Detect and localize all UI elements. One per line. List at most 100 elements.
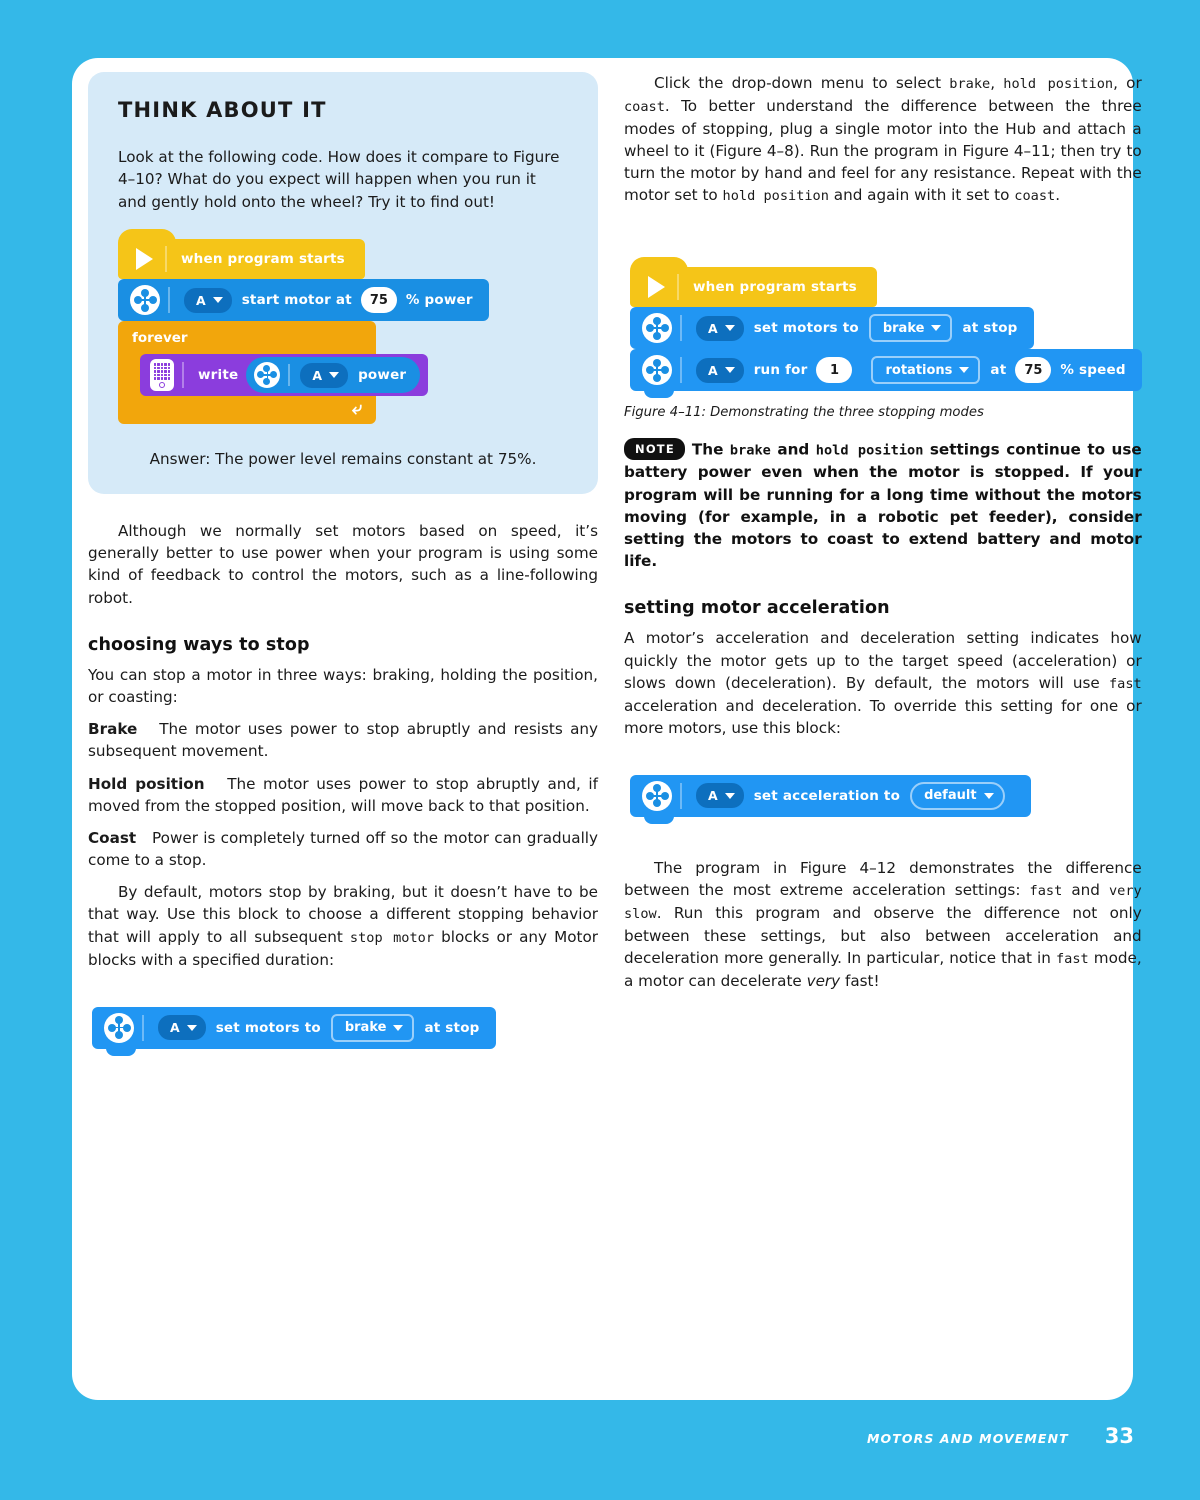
block-notch [644,390,674,399]
set-motors-block-figure: A set motors to brake at stop [92,1006,598,1056]
block-when-program-starts[interactable]: when program starts [630,257,877,308]
block-suffix: at stop [962,320,1018,337]
chevron-down-icon [959,367,970,374]
loop-arrow-icon: ⤷ [351,398,362,420]
block-divider [677,274,679,301]
text-run: fast! [840,971,880,990]
block-when-program-starts[interactable]: when program starts [118,229,365,280]
text-run: settings continue to use battery power e… [624,440,1142,571]
block-label: when program starts [181,251,345,268]
term-coast: Coast Power is completely turned off so … [88,827,598,871]
term-label: Coast [88,828,137,847]
play-icon [136,248,153,271]
block-divider [168,287,170,314]
text-run: and again with it set to [828,186,1015,205]
paragraph-figure-4-12: The program in Figure 4–12 demonstrates … [624,857,1142,992]
block-notch [644,815,674,824]
paragraph-power-vs-speed: Although we normally set motors based on… [88,522,598,607]
text-run: , [990,74,1004,92]
chevron-down-icon [724,367,735,374]
unit-value: rotations [885,362,953,378]
think-about-it-box: THINK ABOUT IT Look at the following cod… [88,72,598,495]
text-run: and [770,440,816,459]
block-divider [680,357,682,384]
emphasis: very [806,971,841,990]
think-about-it-intro: Look at the following code. How does it … [118,148,560,211]
acceleration-dropdown[interactable]: default [910,781,1005,810]
set-acceleration-block-figure: A set acceleration to default [630,774,1142,824]
stop-mode-value: brake [882,320,925,336]
motor-icon [254,362,281,389]
block-label: set acceleration to [753,787,901,804]
block-divider [680,315,682,342]
motor-icon [642,355,672,386]
stop-mode-dropdown[interactable]: brake [868,314,953,343]
loop-foot: ⤷ [118,396,376,424]
think-about-it-answer: Answer: The power level remains constant… [149,450,537,469]
chevron-down-icon [212,297,223,304]
term-label: Hold position [88,774,205,793]
block-set-acceleration-to[interactable]: A set acceleration to default [630,774,1031,824]
chevron-down-icon [393,1024,404,1031]
term-definition: The motor uses power to stop abruptly an… [88,720,598,761]
block-forever-loop[interactable]: forever write A power ⤷ [118,321,429,425]
motor-icon [642,313,672,344]
play-icon [648,276,665,299]
block-label: start motor at [241,292,352,309]
block-label-at: at [990,362,1007,379]
port-selector[interactable]: A [184,287,232,313]
inline-code: stop motor [349,929,435,946]
power-value: 75 [369,292,388,308]
text-run: acceleration and deceleration. To overri… [624,696,1142,737]
block-set-motors-to[interactable]: A set motors to brake at stop [92,1006,496,1056]
loop-body: write A power [140,354,429,397]
port-value: A [708,788,718,804]
block-motor-power-reporter[interactable]: A power [246,357,421,394]
figure-4-11-program: when program starts A set motors to brak… [630,257,1142,399]
power-value-input[interactable]: 75 [360,287,397,314]
port-selector[interactable]: A [158,1015,206,1041]
port-value: A [170,1020,180,1036]
text-run: A motor’s acceleration and deceleration … [624,629,1142,692]
term-hold-position: Hold position The motor uses power to st… [88,773,598,817]
acceleration-value: default [924,788,977,804]
block-set-motors-to[interactable]: A set motors to brake at stop [630,307,1034,357]
inline-code: coast [624,98,665,115]
inline-code: brake [949,76,991,92]
port-selector[interactable]: A [696,783,744,809]
running-head: MOTORS AND MOVEMENT [867,1431,1069,1446]
hub-display-icon [150,359,174,392]
think-about-it-title: THINK ABOUT IT [118,98,327,122]
text-run: The [691,440,730,459]
loop-label: forever [132,330,188,347]
inline-code: coast [1014,188,1056,205]
inline-code: hold position [1003,76,1114,92]
stop-mode-dropdown[interactable]: brake [330,1013,415,1042]
motor-icon [130,285,160,316]
chevron-down-icon [931,325,942,332]
text-run: , or [1113,74,1142,92]
port-selector[interactable]: A [696,315,744,341]
block-suffix: at stop [424,1019,480,1036]
rotations-value-input[interactable]: 1 [816,357,853,384]
port-selector[interactable]: A [300,362,349,388]
port-value: A [312,367,323,383]
block-notch [106,1047,136,1056]
page-number: 33 [1104,1424,1134,1448]
text-run: . [1055,186,1061,205]
block-divider [142,1014,144,1041]
unit-dropdown[interactable]: rotations [871,356,981,385]
speed-value-input[interactable]: 75 [1015,357,1052,384]
inline-code: fast [1055,951,1089,968]
block-start-motor[interactable]: A start motor at 75 % power [118,279,489,329]
block-suffix: power [358,367,407,384]
block-run-for[interactable]: A run for 1 rotations at 75 % speed [630,349,1142,399]
block-write[interactable]: write A power [140,354,429,397]
block-label: run for [753,362,808,379]
port-selector[interactable]: A [696,357,744,383]
note-paragraph: NOTE The brake and hold position settings… [624,438,1142,572]
text-run: Click the drop-down menu to select [654,74,950,92]
